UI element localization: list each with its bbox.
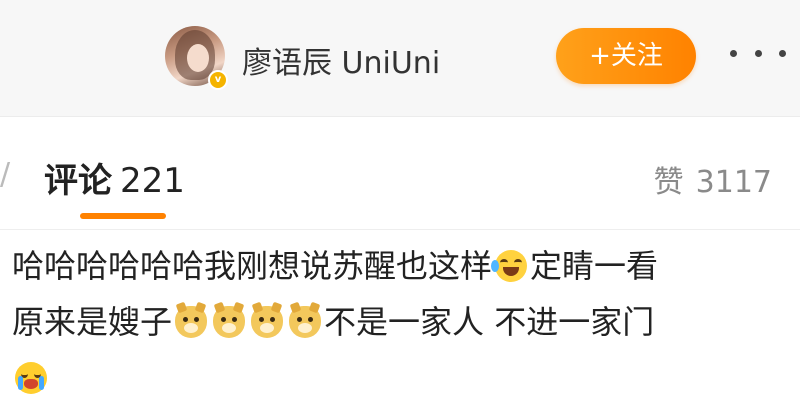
tab-comments-label: 评论 xyxy=(44,161,112,201)
comment-line-2: 原来是嫂子 不是一家人 不进一家门 xyxy=(12,294,788,350)
likes-count: 3117 xyxy=(695,165,772,200)
post-header: v 廖语辰 UniUni +关注 xyxy=(0,0,800,117)
doge-emoji-icon xyxy=(213,301,246,338)
dot xyxy=(754,49,762,57)
comment-body: 哈哈哈哈哈哈我刚想说苏醒也这样 定睛一看 原来是嫂子 不是一家人 不进一家门 xyxy=(12,238,788,406)
comment-text: 不是一家人 不进一家门 xyxy=(324,303,655,341)
active-tab-underline xyxy=(80,213,166,219)
clipped-tab-edge: / xyxy=(0,157,11,192)
follow-button[interactable]: +关注 xyxy=(556,28,696,84)
crying-emoji-icon xyxy=(15,362,47,394)
tab-comments[interactable]: 评论 221 xyxy=(44,153,185,202)
comment-line-3 xyxy=(12,350,788,406)
more-dots-icon[interactable] xyxy=(730,38,786,68)
likes-label: 赞 xyxy=(653,165,684,200)
doge-emoji-icon xyxy=(251,301,284,338)
dot xyxy=(730,49,737,57)
comment-line-1: 哈哈哈哈哈哈我刚想说苏醒也这样 定睛一看 xyxy=(12,238,788,294)
username[interactable]: 廖语辰 UniUni xyxy=(242,38,440,82)
dot xyxy=(779,49,786,57)
comment-text: 定睛一看 xyxy=(530,247,659,285)
verified-badge-icon: v xyxy=(208,70,228,90)
avatar-face xyxy=(187,44,209,72)
tab-comments-count: 221 xyxy=(120,161,185,201)
tab-likes[interactable]: 赞 3117 xyxy=(654,157,772,201)
doge-emoji-icon xyxy=(175,301,208,338)
comment-tabs-bar: / 评论 221 赞 3117 xyxy=(0,117,800,230)
laugh-cry-emoji-icon xyxy=(491,250,528,282)
comment-text: 哈哈哈哈哈哈我刚想说苏醒也这样 xyxy=(12,247,493,285)
comment-text: 原来是嫂子 xyxy=(12,303,173,341)
doge-emoji-icon xyxy=(289,301,322,338)
